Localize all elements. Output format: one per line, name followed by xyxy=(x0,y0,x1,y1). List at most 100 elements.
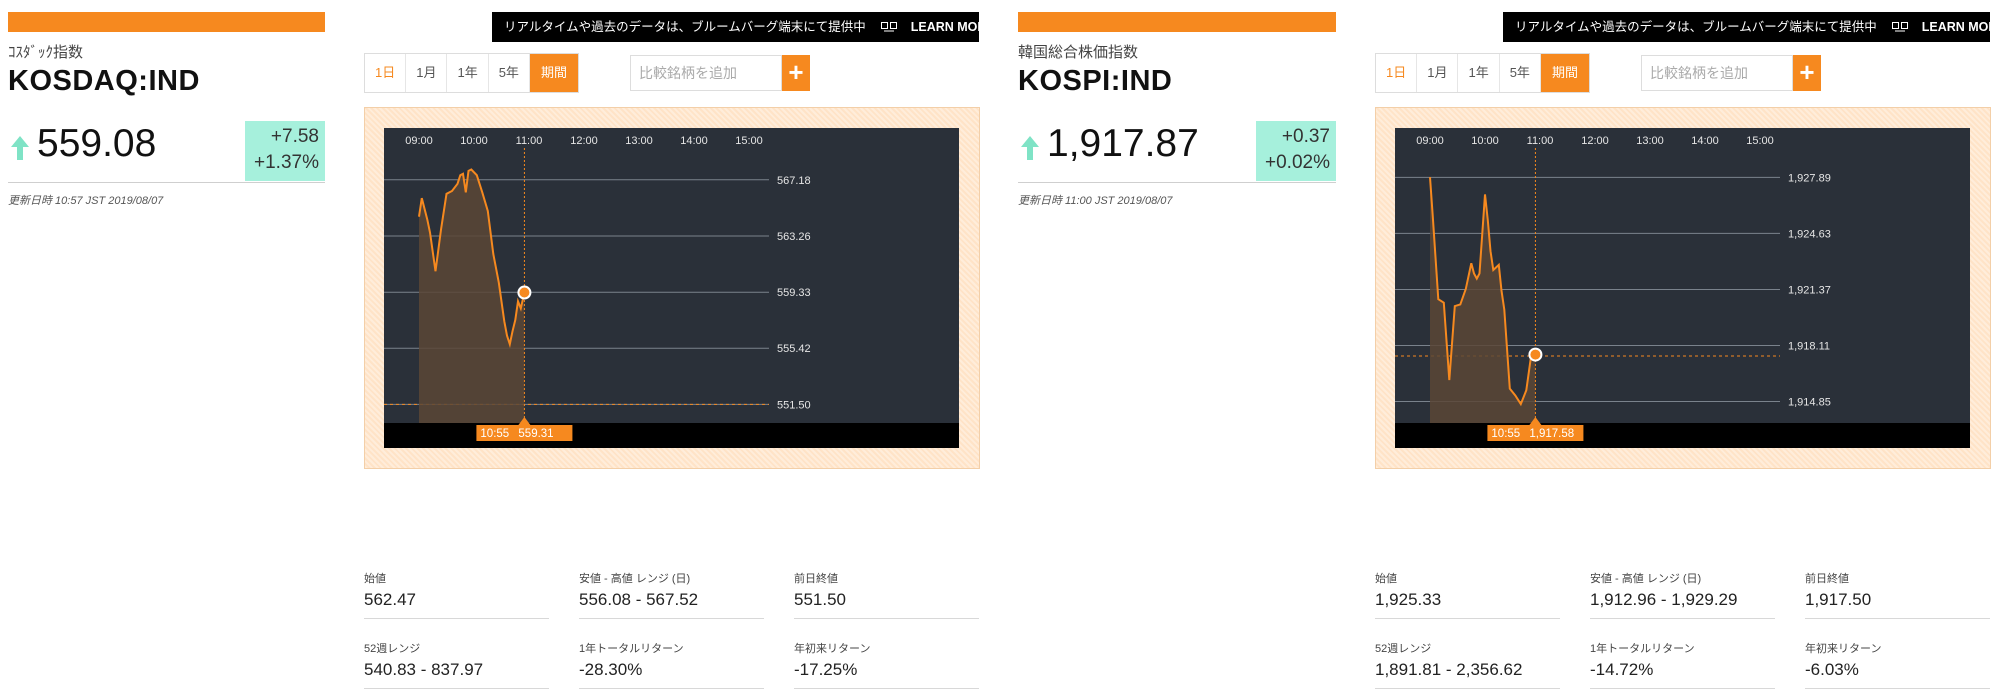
panel-kospi: 韓国総合株価指数 KOSPI:IND 1,917.87 +0.37 +0.02%… xyxy=(1011,0,2000,696)
stat-prev-close-label: 前日終値 xyxy=(794,573,838,585)
tooltip-value: 559.31 xyxy=(518,428,553,440)
x-tick-label: 09:00 xyxy=(1416,135,1444,147)
last-price: 559.08 xyxy=(37,122,157,165)
tooltip-time: 10:55 xyxy=(1491,428,1520,440)
stat-52w-range-value: 540.83 - 837.97 xyxy=(364,660,484,679)
x-tick-label: 12:00 xyxy=(1581,135,1609,147)
stat-divider xyxy=(579,688,764,689)
stat-divider xyxy=(1805,618,1990,619)
updated-timestamp: 更新日時 10:57 JST 2019/08/07 xyxy=(8,195,164,207)
y-tick-label: 559.33 xyxy=(777,287,811,299)
x-tick-label: 13:00 xyxy=(625,135,653,147)
stat-ytd-return-label: 年初来リターン xyxy=(794,643,871,655)
x-tick-label: 12:00 xyxy=(570,135,598,147)
stat-prev-close-value: 1,917.50 xyxy=(1805,590,1872,609)
stat-divider xyxy=(794,618,979,619)
tab-1m[interactable]: 1月 xyxy=(406,54,448,92)
stat-day-range-label: 安値 - 高値 レンジ (日) xyxy=(579,573,691,585)
stat-divider xyxy=(364,688,549,689)
change-percent: +0.02% xyxy=(1265,152,1330,173)
change-box: +7.58 +1.37% xyxy=(245,121,325,181)
tab-5y[interactable]: 5年 xyxy=(1500,54,1541,92)
stat-ytd-return-value: -6.03% xyxy=(1805,660,1859,679)
y-tick-label: 555.42 xyxy=(777,343,811,355)
index-subtitle: ｺｽﾀﾞｯｸ指数 xyxy=(8,44,84,61)
stat-52w-range-label: 52週レンジ xyxy=(364,643,421,655)
x-tick-label: 14:00 xyxy=(680,135,708,147)
stat-divider xyxy=(1805,688,1990,689)
stat-prev-close-label: 前日終値 xyxy=(1805,573,1849,585)
x-tick-label: 13:00 xyxy=(1636,135,1664,147)
y-tick-label: 1,921.37 xyxy=(1788,284,1831,296)
index-title: KOSPI:IND xyxy=(1018,65,1173,97)
change-percent: +1.37% xyxy=(254,152,319,173)
x-tick-label: 15:00 xyxy=(735,135,763,147)
index-title: KOSDAQ:IND xyxy=(8,65,200,97)
bloomberg-terminal-banner[interactable]: リアルタイムや過去のデータは、ブルームバーグ端末にて提供中 LEARN MORE xyxy=(492,12,995,42)
stat-1y-return-label: 1年トータルリターン xyxy=(1590,643,1695,655)
tab-1d[interactable]: 1日 xyxy=(1376,54,1418,92)
y-tick-label: 1,918.11 xyxy=(1788,340,1830,352)
price-chart[interactable]: 1,927.89 1,924.63 1,921.37 1,918.11 1,914.85… xyxy=(1395,128,1970,448)
up-arrow-icon xyxy=(1020,135,1040,166)
bloomberg-terminal-banner[interactable]: リアルタイムや過去のデータは、ブルームバーグ端末にて提供中 LEARN MORE xyxy=(1503,12,2000,42)
stat-divider xyxy=(1590,618,1775,619)
quote-divider xyxy=(8,182,325,183)
tab-period[interactable]: 期間 xyxy=(529,54,578,92)
tab-1y[interactable]: 1年 xyxy=(1458,54,1500,92)
x-tick-label: 11:00 xyxy=(516,135,543,147)
stat-divider xyxy=(364,618,549,619)
learn-more-link[interactable]: LEARN MORE xyxy=(911,20,995,34)
x-tick-label: 15:00 xyxy=(1746,135,1774,147)
panel-kosdaq: ｺｽﾀﾞｯｸ指数 KOSDAQ:IND 559.08 +7.58 +1.37% … xyxy=(0,0,1000,696)
stat-divider xyxy=(794,688,979,689)
tab-1m[interactable]: 1月 xyxy=(1417,54,1459,92)
add-compare-button[interactable]: + xyxy=(782,55,810,91)
stat-open-value: 562.47 xyxy=(364,590,416,609)
terminal-icon xyxy=(881,13,898,32)
stat-divider xyxy=(579,618,764,619)
up-arrow-icon xyxy=(10,135,30,166)
x-tick-label: 10:00 xyxy=(1471,135,1499,147)
banner-text: リアルタイムや過去のデータは、ブルームバーグ端末にて提供中 xyxy=(504,20,866,34)
change-absolute: +0.37 xyxy=(1281,126,1330,147)
x-tick-label: 10:00 xyxy=(460,135,488,147)
y-tick-label: 551.50 xyxy=(777,399,811,411)
current-point-marker xyxy=(1528,347,1543,362)
stat-ytd-return-label: 年初来リターン xyxy=(1805,643,1882,655)
tab-1y[interactable]: 1年 xyxy=(447,54,489,92)
index-subtitle: 韓国総合株価指数 xyxy=(1018,44,1139,61)
compare-symbol-input[interactable] xyxy=(630,55,782,91)
tab-1d[interactable]: 1日 xyxy=(365,54,407,92)
range-tabs: 1日 1月 1年 5年 期間 xyxy=(1375,53,1590,93)
stat-52w-range-label: 52週レンジ xyxy=(1375,643,1432,655)
stat-open-label: 始値 xyxy=(364,573,386,585)
quote-divider xyxy=(1018,182,1336,183)
y-tick-label: 1,914.85 xyxy=(1788,397,1831,409)
x-tick-label: 14:00 xyxy=(1691,135,1719,147)
banner-text: リアルタイムや過去のデータは、ブルームバーグ端末にて提供中 xyxy=(1515,20,1877,34)
y-tick-label: 1,927.89 xyxy=(1788,172,1831,184)
stat-open-value: 1,925.33 xyxy=(1375,590,1442,609)
stat-divider xyxy=(1375,618,1560,619)
stat-day-range-label: 安値 - 高値 レンジ (日) xyxy=(1590,573,1702,585)
compare-symbol-input[interactable] xyxy=(1641,55,1793,91)
stat-1y-return-value: -14.72% xyxy=(1590,660,1654,679)
price-chart[interactable]: 567.18 563.26 559.33 555.42 551.50 09:00 10:00… xyxy=(384,128,959,448)
learn-more-link[interactable]: LEARN MORE xyxy=(1922,20,2000,34)
tab-5y[interactable]: 5年 xyxy=(489,54,530,92)
range-tabs: 1日 1月 1年 5年 期間 xyxy=(364,53,579,93)
header-accent-bar xyxy=(1018,12,1336,32)
stat-open-label: 始値 xyxy=(1375,573,1397,585)
change-absolute: +7.58 xyxy=(270,126,319,147)
stat-52w-range-value: 1,891.81 - 2,356.62 xyxy=(1375,660,1523,679)
last-price: 1,917.87 xyxy=(1047,122,1199,165)
stat-ytd-return-value: -17.25% xyxy=(794,660,858,679)
tooltip-time: 10:55 xyxy=(480,428,509,440)
tab-period[interactable]: 期間 xyxy=(1540,54,1589,92)
stat-1y-return-value: -28.30% xyxy=(579,660,643,679)
change-box: +0.37 +0.02% xyxy=(1256,121,1336,181)
y-tick-label: 567.18 xyxy=(777,175,811,187)
add-compare-button[interactable]: + xyxy=(1793,55,1821,91)
stat-prev-close-value: 551.50 xyxy=(794,590,846,609)
